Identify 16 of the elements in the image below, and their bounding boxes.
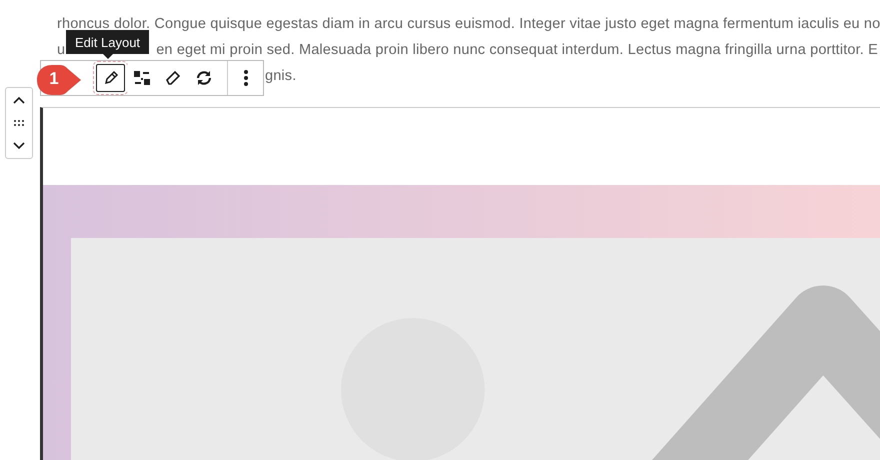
pencil-button[interactable] <box>96 64 126 92</box>
pencil-icon <box>102 70 119 86</box>
eraser-icon <box>165 70 182 86</box>
move-down-icon[interactable] <box>13 142 25 150</box>
paragraph-text: u <box>57 42 66 58</box>
move-up-icon[interactable] <box>13 96 25 104</box>
more-options-icon <box>243 69 250 87</box>
tooltip-pointer-icon <box>102 54 113 59</box>
sync-icon <box>195 70 214 86</box>
drag-handle-icon[interactable] <box>14 120 24 126</box>
transform-icon <box>132 70 151 86</box>
tooltip: Edit Layout <box>66 30 150 54</box>
paragraph-text: en eget mi proin sed. Malesuada proin libero nunc consequat interdum. Lectus magna fringilla urna porttitor. E <box>156 42 878 58</box>
paragraph-text: rhoncus dolor. Congue quisque egestas diam in arcu cursus euismod. Integer vitae justo eget magna fermentum iaculis eu no <box>57 16 880 32</box>
step-number: 1 <box>48 69 60 89</box>
paragraph-text: gnis. <box>265 68 296 84</box>
